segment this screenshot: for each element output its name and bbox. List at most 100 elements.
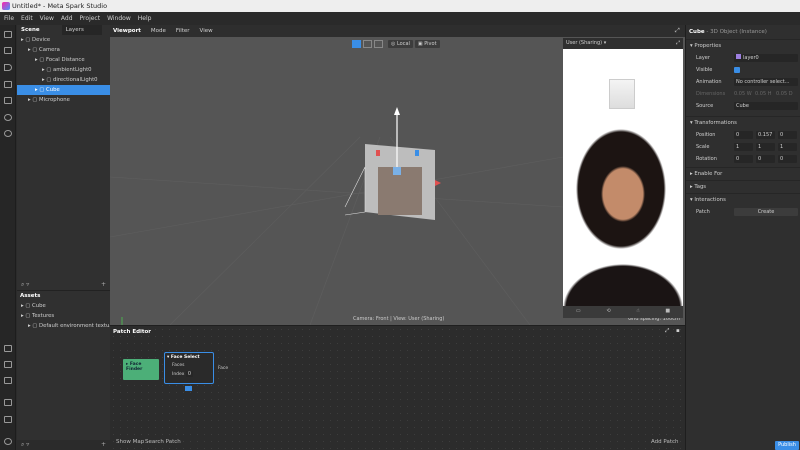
menu-view[interactable]: View (40, 12, 54, 25)
asset-item[interactable]: ▸ ▢ Default environment textu... (17, 321, 114, 331)
layer-select[interactable]: layer0 (734, 54, 798, 62)
switch-camera-icon[interactable]: ⟲ (606, 306, 610, 316)
scale-z[interactable]: 1 (778, 143, 797, 151)
search-icon[interactable] (4, 130, 12, 137)
menu-add[interactable]: Add (61, 12, 73, 25)
index-input[interactable]: 0 (185, 371, 194, 377)
menu-help[interactable]: Help (138, 12, 152, 25)
tab-view[interactable]: View (200, 25, 213, 37)
add-icon[interactable] (4, 377, 12, 384)
x-arrow-icon (435, 180, 441, 186)
menu-window[interactable]: Window (107, 12, 131, 25)
play-icon[interactable] (4, 64, 12, 71)
layout-icon[interactable] (4, 31, 12, 38)
rotation-label: Rotation (696, 156, 717, 162)
close-icon[interactable]: ▪ (676, 328, 680, 334)
patch-collapse-icon[interactable] (185, 386, 192, 391)
face-select-patch[interactable]: ▾ Face Select Faces Index 0 (164, 352, 214, 384)
search-patch-button[interactable]: Search Patch (145, 439, 181, 445)
menu-file[interactable]: File (4, 12, 14, 25)
animation-label: Animation (696, 79, 722, 85)
display-icon[interactable] (4, 416, 12, 423)
scale-label: Scale (696, 144, 710, 150)
visible-checkbox[interactable] (734, 67, 740, 73)
source-label: Source (696, 103, 714, 109)
record-icon[interactable] (4, 81, 12, 88)
properties-section[interactable]: ▾ Properties (686, 39, 800, 52)
transformations-section[interactable]: ▾ Transformations (686, 116, 800, 129)
scene-tree-item[interactable]: ▸ ▢ Device (17, 35, 110, 45)
touch-icon[interactable]: ☝ (636, 306, 639, 316)
animation-select[interactable]: No controller select... (734, 78, 798, 86)
enable-for-section[interactable]: ▸ Enable For (686, 167, 800, 180)
search-icon[interactable]: ⌕ (21, 281, 24, 288)
asset-item[interactable]: ▸ ▢ Cube (17, 301, 110, 311)
scene-tree-item[interactable]: ▸ ▢ Camera (17, 45, 110, 55)
scene-tree-item-label: Cube (46, 87, 60, 93)
chevron-down-icon[interactable]: ▾ (604, 40, 607, 46)
asset-item-label: Cube (32, 303, 46, 309)
scene-tree-item-label: Microphone (39, 97, 70, 103)
scene-tree-item[interactable]: ▸ ▢ Cube (17, 85, 110, 95)
source-field[interactable]: Cube (734, 102, 798, 110)
settings-icon[interactable] (4, 438, 12, 445)
tab-layers[interactable]: Layers (61, 25, 102, 35)
scene-tree-item-label: Camera (39, 47, 60, 53)
face-output-port[interactable]: Face (218, 366, 228, 371)
search-icon[interactable]: ⌕ (21, 441, 24, 448)
tab-mode[interactable]: Mode (151, 25, 166, 37)
preview-device-select[interactable]: User (Sharing) (566, 40, 602, 46)
import-icon[interactable] (4, 345, 12, 352)
tab-filter[interactable]: Filter (176, 25, 190, 37)
cube-icon: ▸ ▢ (35, 87, 47, 93)
sync-icon[interactable] (4, 114, 12, 121)
patch-editor-title: Patch Editor (113, 329, 152, 335)
menu-bar: File Edit View Add Project Window Help (0, 12, 800, 25)
filter-icon[interactable]: ▿ (26, 441, 29, 448)
scene-tree-item[interactable]: ▸ ▢ Microphone (17, 95, 110, 105)
rotation-x[interactable]: 0 (734, 155, 753, 163)
device-icon[interactable] (4, 399, 12, 406)
face-finder-patch[interactable]: ▸ Face Finder (123, 359, 159, 380)
create-patch-button[interactable]: Create (734, 208, 798, 216)
index-port[interactable]: Index 0 (167, 370, 211, 378)
add-patch-button[interactable]: Add Patch (651, 439, 679, 445)
filter-icon[interactable]: ▿ (26, 281, 29, 288)
assets-tree: ▸ ▢ Cube ▸ ▢ Textures ▸ ▢ Default environm… (17, 301, 114, 331)
scene-tree-item[interactable]: ▸ ▢ ambientLight0 (17, 65, 110, 75)
add-object-icon[interactable]: + (101, 280, 110, 290)
video-icon[interactable] (4, 47, 12, 54)
tab-viewport[interactable]: Viewport (113, 25, 141, 37)
patch-editor[interactable]: Patch Editor ⤢ ▪ ▸ Face Finder ▾ Face Sel… (110, 325, 685, 450)
scene-tree-item[interactable]: ▸ ▢ Focal Distance (17, 55, 110, 65)
menu-project[interactable]: Project (80, 12, 101, 25)
face-select-label: Face Select (170, 355, 200, 360)
asset-item[interactable]: ▸ ▢ Textures (17, 311, 110, 321)
face-finder-label: Face Finder (126, 362, 143, 372)
interactions-section[interactable]: ▾ Interactions (686, 193, 800, 206)
scale-y[interactable]: 1 (756, 143, 775, 151)
rotation-z[interactable]: 0 (778, 155, 797, 163)
tags-section[interactable]: ▸ Tags (686, 180, 800, 193)
expand-icon[interactable]: ⤢ (675, 27, 680, 35)
show-map-button[interactable]: Show Map (116, 439, 144, 445)
rotation-y[interactable]: 0 (756, 155, 775, 163)
add-asset-icon[interactable]: + (101, 440, 110, 450)
tab-scene[interactable]: Scene (17, 25, 44, 35)
scene-tree-item-label: ambientLight0 (53, 67, 92, 73)
scene-tree-item[interactable]: ▸ ▢ directionalLight0 (17, 75, 110, 85)
position-z[interactable]: 0 (778, 131, 797, 139)
record-icon[interactable]: ▭ (576, 306, 581, 316)
preview-controls: ▭ ⟲ ☝ ■ (563, 306, 683, 316)
position-x[interactable]: 0 (734, 131, 753, 139)
popout-icon[interactable]: ⤢ (665, 328, 669, 335)
publish-button[interactable]: Publish (775, 441, 799, 450)
menu-edit[interactable]: Edit (21, 12, 33, 25)
scale-x[interactable]: 1 (734, 143, 753, 151)
position-y[interactable]: 0.157 (756, 131, 775, 139)
stop-icon[interactable] (4, 97, 12, 104)
stop-icon[interactable]: ■ (665, 306, 670, 316)
send-to-device-icon[interactable] (4, 361, 12, 368)
popout-icon[interactable]: ⤢ (676, 38, 683, 49)
faces-port[interactable]: Faces (167, 363, 211, 368)
